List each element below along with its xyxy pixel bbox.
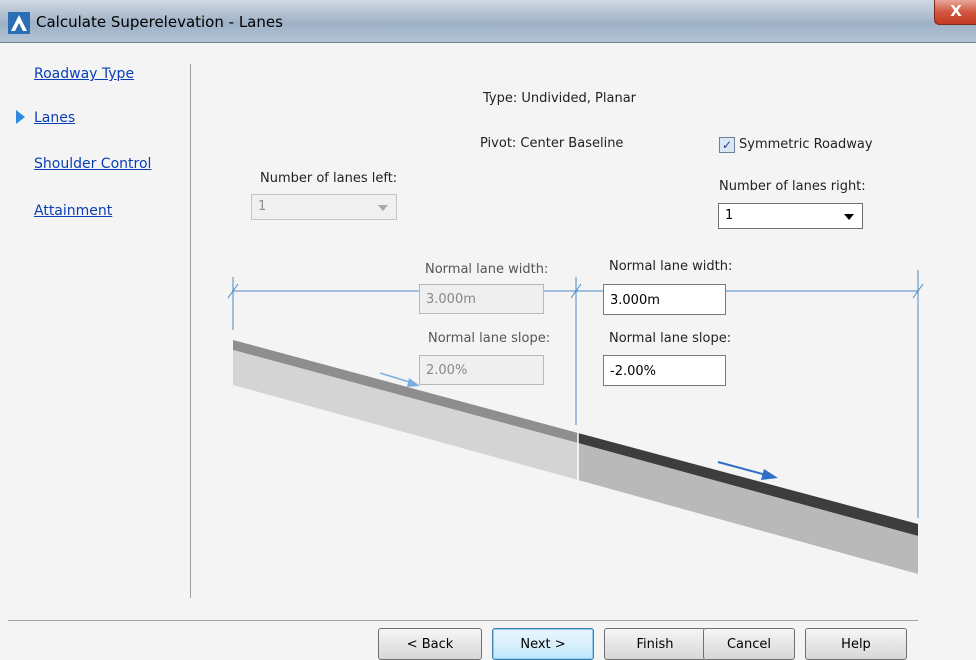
- help-button[interactable]: Help: [805, 628, 907, 660]
- right-lane-body: [578, 443, 918, 574]
- cancel-button[interactable]: Cancel: [703, 628, 795, 660]
- left-lane-width-label: Normal lane width:: [425, 262, 549, 277]
- right-lane-width-label: Normal lane width:: [609, 259, 733, 274]
- lanes-left-value: 1: [258, 199, 267, 214]
- lanes-left-label: Number of lanes left:: [260, 171, 398, 186]
- footer-divider: [8, 620, 918, 621]
- type-text: Type: Undivided, Planar: [483, 91, 637, 106]
- dialog-window: Calculate Superelevation - Lanes X Roadw…: [0, 0, 976, 660]
- right-lane-slope-field[interactable]: -2.00%: [603, 355, 726, 386]
- left-lane-slope-label: Normal lane slope:: [428, 331, 551, 346]
- finish-button[interactable]: Finish: [604, 628, 706, 660]
- right-lane-width-field[interactable]: 3.000m: [603, 284, 726, 315]
- back-button[interactable]: < Back: [378, 628, 482, 660]
- chevron-down-icon: [844, 214, 854, 220]
- lanes-right-label: Number of lanes right:: [719, 179, 866, 194]
- symmetric-roadway-label[interactable]: Symmetric Roadway: [739, 137, 873, 152]
- pivot-text: Pivot: Center Baseline: [480, 136, 624, 151]
- left-lane-width-field: 3.000m: [419, 284, 544, 314]
- lanes-left-dropdown: 1: [251, 194, 397, 220]
- checkmark-icon: ✓: [721, 138, 733, 152]
- chevron-down-icon: [378, 205, 388, 211]
- right-lane-slope-label: Normal lane slope:: [609, 331, 732, 346]
- lanes-right-dropdown[interactable]: 1: [718, 203, 863, 229]
- symmetric-roadway-checkbox[interactable]: ✓: [719, 137, 735, 153]
- lanes-right-value: 1: [725, 208, 734, 223]
- left-lane-slope-field: 2.00%: [419, 355, 544, 385]
- next-button[interactable]: Next >: [492, 628, 594, 660]
